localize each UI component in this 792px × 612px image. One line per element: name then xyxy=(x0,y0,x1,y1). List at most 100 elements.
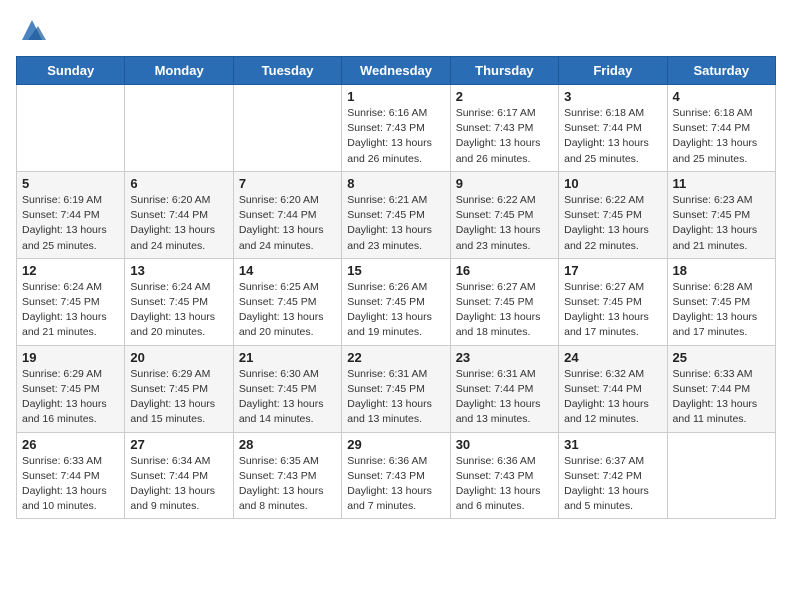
day-number: 31 xyxy=(564,437,661,452)
calendar-cell: 18 Sunrise: 6:28 AM Sunset: 7:45 PM Dayli… xyxy=(667,258,775,345)
calendar-cell: 30Sunrise: 6:36 AM Sunset: 7:43 PM Dayli… xyxy=(450,432,558,519)
day-info: Sunrise: 6:20 AM Sunset: 7:44 PM Dayligh… xyxy=(130,193,227,254)
day-info: Sunrise: 6:37 AM Sunset: 7:42 PM Dayligh… xyxy=(564,454,661,515)
day-info: Sunrise: 6:33 AM Sunset: 7:44 PM Dayligh… xyxy=(673,367,770,428)
calendar-cell: 3 Sunrise: 6:18 AM Sunset: 7:44 PM Daylig… xyxy=(559,85,667,172)
day-info: Sunrise: 6:28 AM Sunset: 7:45 PM Dayligh… xyxy=(673,280,770,341)
calendar-cell: 31 Sunrise: 6:37 AM Sunset: 7:42 PM Dayli… xyxy=(559,432,667,519)
day-header-monday: Monday xyxy=(125,57,233,85)
day-info: Sunrise: 6:24 AM Sunset: 7:45 PM Dayligh… xyxy=(22,280,119,341)
calendar-cell: 2 Sunrise: 6:17 AM Sunset: 7:43 PM Daylig… xyxy=(450,85,558,172)
calendar-cell xyxy=(17,85,125,172)
calendar-cell: 28 Sunrise: 6:35 AM Sunset: 7:43 PM Dayli… xyxy=(233,432,341,519)
day-header-saturday: Saturday xyxy=(667,57,775,85)
calendar-cell: 13 Sunrise: 6:24 AM Sunset: 7:45 PM Dayli… xyxy=(125,258,233,345)
calendar-cell: 26 Sunrise: 6:33 AM Sunset: 7:44 PM Dayli… xyxy=(17,432,125,519)
day-number: 15 xyxy=(347,263,444,278)
day-info: Sunrise: 6:17 AM Sunset: 7:43 PM Dayligh… xyxy=(456,106,553,167)
calendar-cell: 25 Sunrise: 6:33 AM Sunset: 7:44 PM Dayli… xyxy=(667,345,775,432)
calendar-cell: 27 Sunrise: 6:34 AM Sunset: 7:44 PM Dayli… xyxy=(125,432,233,519)
day-info: Sunrise: 6:25 AM Sunset: 7:45 PM Dayligh… xyxy=(239,280,336,341)
calendar-cell: 15 Sunrise: 6:26 AM Sunset: 7:45 PM Dayli… xyxy=(342,258,450,345)
day-number: 27 xyxy=(130,437,227,452)
day-number: 19 xyxy=(22,350,119,365)
day-number: 13 xyxy=(130,263,227,278)
calendar-cell xyxy=(667,432,775,519)
calendar-week-4: 19 Sunrise: 6:29 AM Sunset: 7:45 PM Dayli… xyxy=(17,345,776,432)
day-number: 18 xyxy=(673,263,770,278)
day-info: Sunrise: 6:19 AM Sunset: 7:44 PM Dayligh… xyxy=(22,193,119,254)
calendar-week-1: 1 Sunrise: 6:16 AM Sunset: 7:43 PM Daylig… xyxy=(17,85,776,172)
day-number: 6 xyxy=(130,176,227,191)
calendar-cell: 6 Sunrise: 6:20 AM Sunset: 7:44 PM Daylig… xyxy=(125,171,233,258)
day-number: 9 xyxy=(456,176,553,191)
calendar-cell: 7 Sunrise: 6:20 AM Sunset: 7:44 PM Daylig… xyxy=(233,171,341,258)
day-info: Sunrise: 6:36 AM Sunset: 7:43 PM Dayligh… xyxy=(456,454,553,515)
day-info: Sunrise: 6:32 AM Sunset: 7:44 PM Dayligh… xyxy=(564,367,661,428)
calendar-cell: 24 Sunrise: 6:32 AM Sunset: 7:44 PM Dayli… xyxy=(559,345,667,432)
calendar-cell: 8 Sunrise: 6:21 AM Sunset: 7:45 PM Daylig… xyxy=(342,171,450,258)
calendar-cell: 21 Sunrise: 6:30 AM Sunset: 7:45 PM Dayli… xyxy=(233,345,341,432)
day-info: Sunrise: 6:34 AM Sunset: 7:44 PM Dayligh… xyxy=(130,454,227,515)
day-info: Sunrise: 6:29 AM Sunset: 7:45 PM Dayligh… xyxy=(22,367,119,428)
calendar-week-3: 12 Sunrise: 6:24 AM Sunset: 7:45 PM Dayli… xyxy=(17,258,776,345)
day-info: Sunrise: 6:27 AM Sunset: 7:45 PM Dayligh… xyxy=(564,280,661,341)
day-info: Sunrise: 6:21 AM Sunset: 7:45 PM Dayligh… xyxy=(347,193,444,254)
day-number: 7 xyxy=(239,176,336,191)
day-number: 24 xyxy=(564,350,661,365)
calendar-cell: 19 Sunrise: 6:29 AM Sunset: 7:45 PM Dayli… xyxy=(17,345,125,432)
calendar-cell: 22 Sunrise: 6:31 AM Sunset: 7:45 PM Dayli… xyxy=(342,345,450,432)
day-number: 26 xyxy=(22,437,119,452)
day-info: Sunrise: 6:29 AM Sunset: 7:45 PM Dayligh… xyxy=(130,367,227,428)
day-number: 16 xyxy=(456,263,553,278)
calendar-cell: 29Sunrise: 6:36 AM Sunset: 7:43 PM Dayli… xyxy=(342,432,450,519)
day-number: 25 xyxy=(673,350,770,365)
day-header-sunday: Sunday xyxy=(17,57,125,85)
day-number: 23 xyxy=(456,350,553,365)
calendar-cell xyxy=(125,85,233,172)
day-number: 2 xyxy=(456,89,553,104)
day-info: Sunrise: 6:24 AM Sunset: 7:45 PM Dayligh… xyxy=(130,280,227,341)
calendar-cell: 20 Sunrise: 6:29 AM Sunset: 7:45 PM Dayli… xyxy=(125,345,233,432)
day-info: Sunrise: 6:33 AM Sunset: 7:44 PM Dayligh… xyxy=(22,454,119,515)
day-info: Sunrise: 6:18 AM Sunset: 7:44 PM Dayligh… xyxy=(673,106,770,167)
day-number: 22 xyxy=(347,350,444,365)
day-header-friday: Friday xyxy=(559,57,667,85)
calendar-cell: 1 Sunrise: 6:16 AM Sunset: 7:43 PM Daylig… xyxy=(342,85,450,172)
day-info: Sunrise: 6:31 AM Sunset: 7:44 PM Dayligh… xyxy=(456,367,553,428)
page-header xyxy=(16,16,776,44)
calendar-cell: 5 Sunrise: 6:19 AM Sunset: 7:44 PM Daylig… xyxy=(17,171,125,258)
day-header-tuesday: Tuesday xyxy=(233,57,341,85)
calendar-table: SundayMondayTuesdayWednesdayThursdayFrid… xyxy=(16,56,776,519)
calendar-cell xyxy=(233,85,341,172)
day-info: Sunrise: 6:26 AM Sunset: 7:45 PM Dayligh… xyxy=(347,280,444,341)
calendar-cell: 16 Sunrise: 6:27 AM Sunset: 7:45 PM Dayli… xyxy=(450,258,558,345)
day-info: Sunrise: 6:35 AM Sunset: 7:43 PM Dayligh… xyxy=(239,454,336,515)
day-info: Sunrise: 6:31 AM Sunset: 7:45 PM Dayligh… xyxy=(347,367,444,428)
day-info: Sunrise: 6:20 AM Sunset: 7:44 PM Dayligh… xyxy=(239,193,336,254)
calendar-cell: 10Sunrise: 6:22 AM Sunset: 7:45 PM Dayli… xyxy=(559,171,667,258)
day-info: Sunrise: 6:23 AM Sunset: 7:45 PM Dayligh… xyxy=(673,193,770,254)
day-info: Sunrise: 6:27 AM Sunset: 7:45 PM Dayligh… xyxy=(456,280,553,341)
day-number: 1 xyxy=(347,89,444,104)
calendar-cell: 17 Sunrise: 6:27 AM Sunset: 7:45 PM Dayli… xyxy=(559,258,667,345)
day-number: 28 xyxy=(239,437,336,452)
day-number: 20 xyxy=(130,350,227,365)
logo-icon xyxy=(18,16,46,44)
calendar-cell: 14Sunrise: 6:25 AM Sunset: 7:45 PM Dayli… xyxy=(233,258,341,345)
day-number: 17 xyxy=(564,263,661,278)
calendar-cell: 4 Sunrise: 6:18 AM Sunset: 7:44 PM Daylig… xyxy=(667,85,775,172)
day-number: 3 xyxy=(564,89,661,104)
calendar-week-2: 5 Sunrise: 6:19 AM Sunset: 7:44 PM Daylig… xyxy=(17,171,776,258)
day-number: 11 xyxy=(673,176,770,191)
day-info: Sunrise: 6:30 AM Sunset: 7:45 PM Dayligh… xyxy=(239,367,336,428)
day-info: Sunrise: 6:16 AM Sunset: 7:43 PM Dayligh… xyxy=(347,106,444,167)
day-number: 12 xyxy=(22,263,119,278)
day-number: 21 xyxy=(239,350,336,365)
day-number: 8 xyxy=(347,176,444,191)
calendar-header-row: SundayMondayTuesdayWednesdayThursdayFrid… xyxy=(17,57,776,85)
day-info: Sunrise: 6:18 AM Sunset: 7:44 PM Dayligh… xyxy=(564,106,661,167)
logo xyxy=(16,16,46,44)
day-number: 5 xyxy=(22,176,119,191)
day-number: 4 xyxy=(673,89,770,104)
